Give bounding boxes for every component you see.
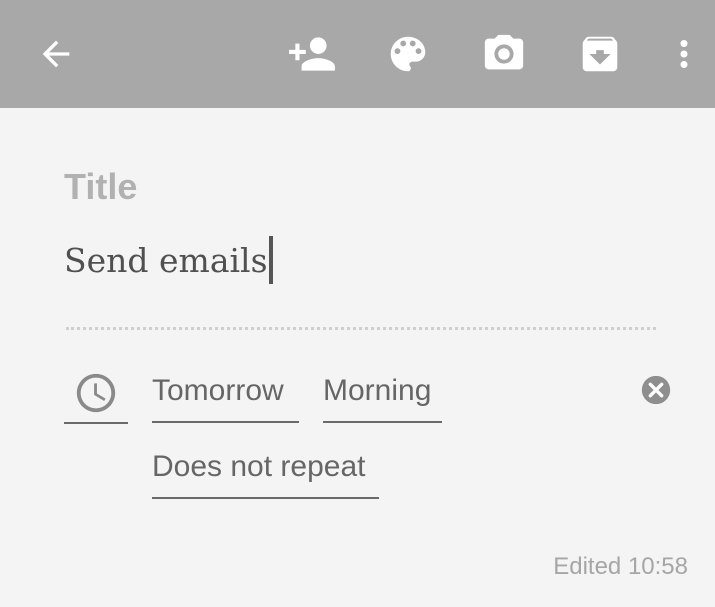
more-options-button[interactable] [650, 20, 715, 88]
reminder-time-dropdown[interactable]: Morning [323, 369, 442, 423]
clear-circle-icon [641, 375, 671, 405]
note-body-text: Send emails [64, 241, 268, 280]
top-toolbar [0, 0, 715, 108]
add-collaborator-button[interactable] [278, 20, 346, 88]
clear-reminder-button[interactable] [638, 372, 674, 408]
change-color-button[interactable] [374, 20, 442, 88]
arrow-back-icon [42, 40, 70, 68]
reminder-repeat-dropdown[interactable]: Does not repeat [152, 445, 379, 499]
archive-icon [582, 36, 618, 72]
palette-icon [390, 36, 426, 72]
note-body-input[interactable]: Send emails [64, 236, 273, 284]
back-button[interactable] [22, 20, 90, 88]
camera-button[interactable] [470, 20, 538, 88]
more-vert-icon [680, 40, 688, 68]
archive-button[interactable] [566, 20, 634, 88]
reminder-date-dropdown[interactable]: Tomorrow [152, 369, 299, 423]
reminder-icon-area [64, 363, 128, 424]
edited-timestamp: Edited 10:58 [553, 553, 688, 580]
title-input[interactable]: Title [64, 166, 137, 208]
camera-icon [484, 34, 524, 70]
note-editor: Title Send emails Tomorrow Morning Does … [0, 108, 715, 607]
add-person-icon [289, 37, 335, 71]
clock-icon [76, 373, 116, 413]
divider [66, 327, 656, 330]
text-cursor [268, 236, 273, 284]
